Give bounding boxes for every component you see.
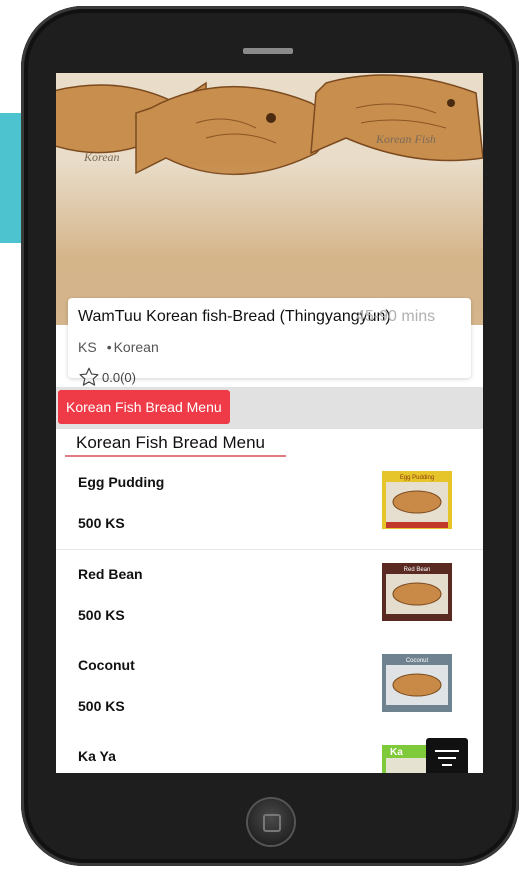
app-screen: Korean Korean Fish WamTuu Korean fish-Br… <box>56 73 483 773</box>
currency-label: KS <box>78 339 97 355</box>
menu-item[interactable]: Coconut 500 KS Coconut <box>56 641 483 733</box>
restaurant-name: WamTuu Korean fish-Bread (Thingyangyun) <box>78 308 391 325</box>
section-title: Korean Fish Bread Menu <box>76 433 265 452</box>
hero-label-left: Korean <box>83 150 120 164</box>
cuisine-label: Korean <box>113 339 159 355</box>
section-underline <box>65 455 286 457</box>
restaurant-info-card[interactable]: WamTuu Korean fish-Bread (Thingyangyun) … <box>68 298 471 386</box>
restaurant-meta: KS • Korean <box>78 339 159 355</box>
hero-image: Korean Korean Fish <box>56 73 483 325</box>
menu-item-price: 500 KS <box>78 607 125 623</box>
menu-item[interactable]: Egg Pudding 500 KS Egg Pudding <box>56 458 483 550</box>
menu-item[interactable]: Ka Ya Ka <box>56 732 483 773</box>
phone-speaker <box>243 48 293 54</box>
menu-item-name: Egg Pudding <box>78 474 165 490</box>
thumbnail-caption: Egg Pudding <box>400 475 434 481</box>
menu-item-name: Coconut <box>78 657 135 673</box>
filter-icon-line-mid <box>438 757 456 759</box>
menu-item-name: Ka Ya <box>78 748 116 764</box>
filter-icon <box>435 750 459 752</box>
menu-item-name: Red Bean <box>78 566 143 582</box>
star-outline-icon <box>79 367 99 386</box>
menu-item-price: 500 KS <box>78 698 125 714</box>
rating-value: 0.0(0) <box>102 369 136 385</box>
rating: 0.0(0) <box>78 366 136 388</box>
menu-item-thumbnail[interactable]: Red Bean <box>382 563 452 621</box>
delivery-time: 45-90 mins <box>356 308 436 325</box>
filter-icon-line-bottom <box>442 764 452 766</box>
hero-label-right: Korean Fish <box>375 132 436 146</box>
menu-item-price: 500 KS <box>78 515 125 531</box>
menu-item[interactable]: Red Bean 500 KS Red Bean <box>56 550 483 642</box>
meta-separator: • <box>106 339 112 355</box>
menu-item-thumbnail[interactable]: Coconut <box>382 654 452 712</box>
home-button-icon[interactable] <box>248 799 294 845</box>
category-tab-korean-fish-bread[interactable]: Korean Fish Bread Menu <box>58 390 230 424</box>
thumbnail-caption: Red Bean <box>404 567 431 573</box>
thumbnail-caption: Coconut <box>406 658 429 664</box>
menu-item-thumbnail[interactable]: Egg Pudding <box>382 471 452 529</box>
category-bar: Korean Fish Bread Menu <box>56 387 483 429</box>
thumbnail-caption: Ka <box>390 747 403 758</box>
filter-button[interactable] <box>426 738 468 773</box>
